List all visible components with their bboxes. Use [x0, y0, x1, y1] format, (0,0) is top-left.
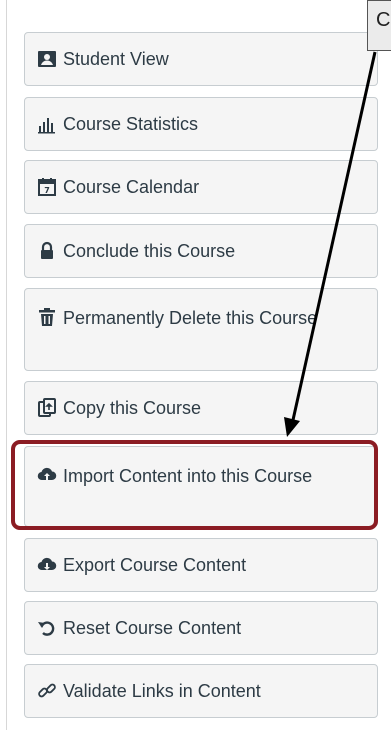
- annotation-arrow: [284, 51, 377, 437]
